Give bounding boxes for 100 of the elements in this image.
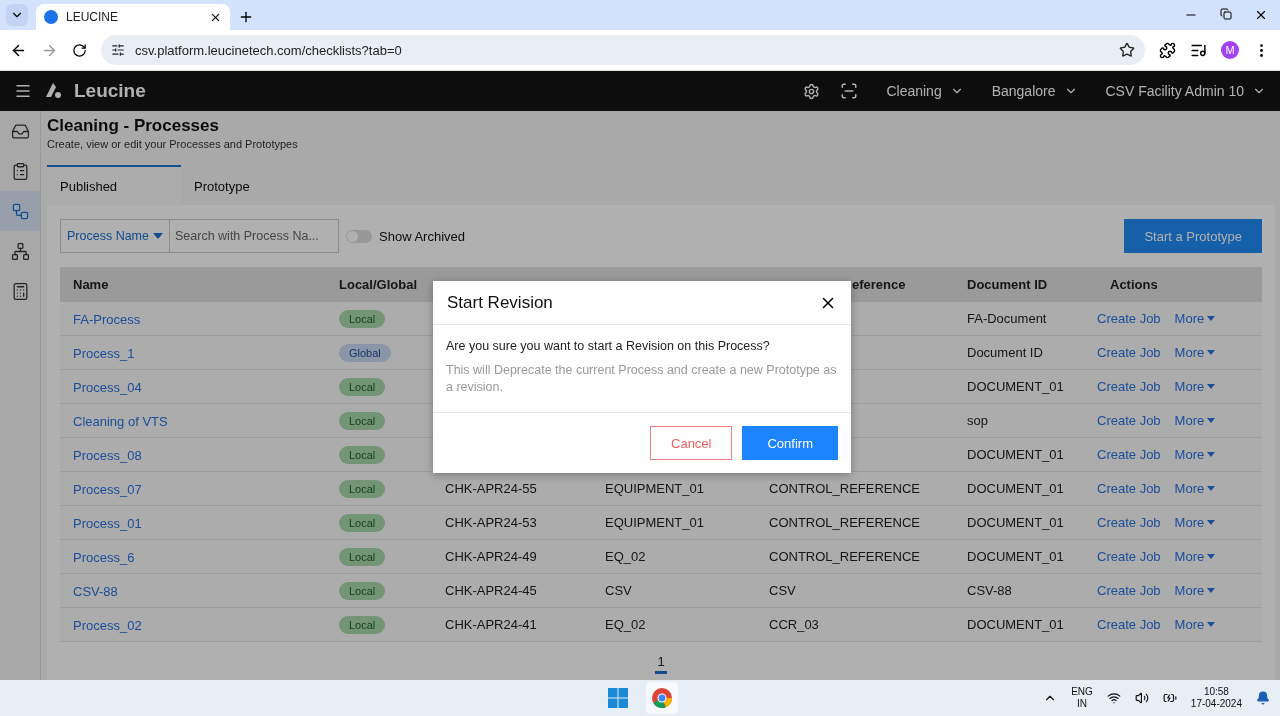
more-dropdown[interactable]: More bbox=[1174, 481, 1216, 496]
caret-icon bbox=[1207, 316, 1216, 321]
create-job-link[interactable]: Create Job bbox=[1097, 515, 1161, 530]
tab-list-button[interactable] bbox=[6, 4, 28, 26]
scope-badge: Local bbox=[339, 479, 386, 498]
volume-icon[interactable] bbox=[1134, 691, 1149, 705]
caret-icon bbox=[1207, 520, 1216, 525]
caret-icon bbox=[1207, 486, 1216, 491]
process-link[interactable]: Process_1 bbox=[73, 345, 135, 361]
scope-badge: Local bbox=[339, 513, 386, 532]
toggle-label: Show Archived bbox=[379, 228, 465, 244]
more-dropdown[interactable]: More bbox=[1174, 515, 1216, 530]
sidebar-item[interactable] bbox=[0, 191, 40, 231]
start-prototype-button[interactable]: Start a Prototype bbox=[1124, 219, 1262, 253]
settings-icon[interactable] bbox=[803, 82, 821, 100]
caret-icon bbox=[1207, 588, 1216, 593]
cancel-button[interactable]: Cancel bbox=[650, 426, 733, 460]
scope-badge: Local bbox=[339, 445, 386, 464]
create-job-link[interactable]: Create Job bbox=[1097, 447, 1161, 462]
table-cell-text: CHK-APR24-41 bbox=[444, 617, 538, 632]
table-cell-text: CCR_03 bbox=[768, 617, 820, 632]
table-cell-text: CSV bbox=[604, 583, 633, 598]
clock[interactable]: 10:58 17-04-2024 bbox=[1190, 686, 1242, 710]
create-job-link[interactable]: Create Job bbox=[1097, 549, 1161, 564]
browser-tab[interactable]: LEUCINE bbox=[36, 4, 230, 30]
more-dropdown[interactable]: More bbox=[1174, 311, 1216, 326]
restore-icon[interactable] bbox=[1220, 8, 1232, 20]
caret-icon bbox=[1207, 622, 1216, 627]
create-job-link[interactable]: Create Job bbox=[1097, 379, 1161, 394]
profile-avatar[interactable]: M bbox=[1221, 41, 1239, 59]
process-link[interactable]: FA-Process bbox=[73, 311, 141, 327]
language-indicator[interactable]: ENG IN bbox=[1071, 686, 1093, 710]
tab-title: LEUCINE bbox=[66, 10, 119, 24]
scope-badge: Local bbox=[339, 615, 386, 634]
battery-icon[interactable] bbox=[1162, 691, 1177, 705]
hierarchy-icon bbox=[10, 241, 30, 261]
create-job-link[interactable]: Create Job bbox=[1097, 345, 1161, 360]
more-dropdown[interactable]: More bbox=[1174, 447, 1216, 462]
table-cell-text: EQ_02 bbox=[604, 549, 647, 564]
scope-badge: Global bbox=[339, 343, 391, 362]
table-cell-text: FA-Document bbox=[966, 311, 1048, 326]
notification-icon[interactable] bbox=[1256, 691, 1270, 705]
more-dropdown[interactable]: More bbox=[1174, 379, 1216, 394]
workflow-icon bbox=[10, 201, 30, 221]
bookmark-icon[interactable] bbox=[1119, 42, 1135, 58]
scope-badge: Local bbox=[339, 547, 386, 566]
search-field[interactable]: Search with Process Na... bbox=[170, 219, 339, 253]
reload-icon[interactable] bbox=[72, 42, 87, 58]
process-link[interactable]: Process_02 bbox=[73, 617, 142, 633]
menu-icon[interactable] bbox=[14, 82, 32, 100]
logo-icon bbox=[44, 81, 64, 101]
nav-dropdown[interactable]: Cleaning bbox=[886, 83, 964, 99]
app-logo: Leucine bbox=[74, 80, 146, 102]
close-icon[interactable] bbox=[1254, 8, 1268, 22]
table-cell-text: DOCUMENT_01 bbox=[966, 447, 1065, 462]
more-dropdown[interactable]: More bbox=[1174, 583, 1216, 598]
create-job-link[interactable]: Create Job bbox=[1097, 413, 1161, 428]
new-tab-icon[interactable] bbox=[238, 9, 254, 25]
create-job-link[interactable]: Create Job bbox=[1097, 617, 1161, 632]
create-job-link[interactable]: Create Job bbox=[1097, 311, 1161, 326]
table-cell-text: DOCUMENT_01 bbox=[966, 515, 1065, 530]
more-dropdown[interactable]: More bbox=[1174, 617, 1216, 632]
table-cell-text: Document ID bbox=[966, 345, 1044, 360]
address-bar[interactable]: csv.platform.leucinetech.com/checklists?tab=0 bbox=[101, 35, 1145, 65]
table-cell-text: EQUIPMENT_01 bbox=[604, 515, 705, 530]
process-link[interactable]: Process_08 bbox=[73, 447, 142, 463]
process-link[interactable]: Process_6 bbox=[73, 549, 135, 565]
process-link[interactable]: CSV-88 bbox=[73, 583, 118, 599]
create-job-link[interactable]: Create Job bbox=[1097, 583, 1161, 598]
process-link[interactable]: Cleaning of VTS bbox=[73, 413, 168, 429]
site-icon bbox=[44, 10, 58, 24]
browser-app-icon[interactable] bbox=[646, 682, 678, 714]
archived-toggle[interactable] bbox=[346, 229, 372, 243]
column-header: eference bbox=[851, 277, 907, 292]
caret-icon bbox=[1207, 452, 1216, 457]
create-job-link[interactable]: Create Job bbox=[1097, 481, 1161, 496]
scope-badge: Local bbox=[339, 581, 386, 600]
column-header: Document ID bbox=[966, 277, 1049, 292]
scan-icon[interactable] bbox=[840, 82, 859, 100]
tab[interactable]: Prototype bbox=[181, 165, 315, 205]
more-dropdown[interactable]: More bbox=[1174, 413, 1216, 428]
more-dropdown[interactable]: More bbox=[1174, 345, 1216, 360]
process-link[interactable]: Process_04 bbox=[73, 379, 142, 395]
table-cell-text: CHK-APR24-49 bbox=[444, 549, 538, 564]
confirm-button[interactable]: Confirm bbox=[742, 426, 838, 460]
dialog-title: Start Revision bbox=[447, 292, 553, 313]
nav-dropdown[interactable]: CSV Facility Admin 10 bbox=[1105, 83, 1266, 99]
site-settings-icon[interactable] bbox=[111, 43, 125, 57]
table-cell-text: CSV bbox=[768, 583, 797, 598]
scope-badge: Local bbox=[339, 411, 386, 430]
wifi-icon[interactable] bbox=[1106, 691, 1121, 705]
filter-dropdown[interactable]: Process Name bbox=[60, 219, 170, 253]
page-number[interactable]: 1 bbox=[655, 654, 667, 674]
nav-dropdown[interactable]: Bangalore bbox=[991, 83, 1078, 99]
column-header: Name bbox=[72, 277, 110, 292]
caret-icon bbox=[1207, 350, 1216, 355]
more-dropdown[interactable]: More bbox=[1174, 549, 1216, 564]
extensions-icon[interactable] bbox=[1159, 41, 1176, 59]
process-link[interactable]: Process_01 bbox=[73, 515, 142, 531]
process-link[interactable]: Process_07 bbox=[73, 481, 142, 497]
